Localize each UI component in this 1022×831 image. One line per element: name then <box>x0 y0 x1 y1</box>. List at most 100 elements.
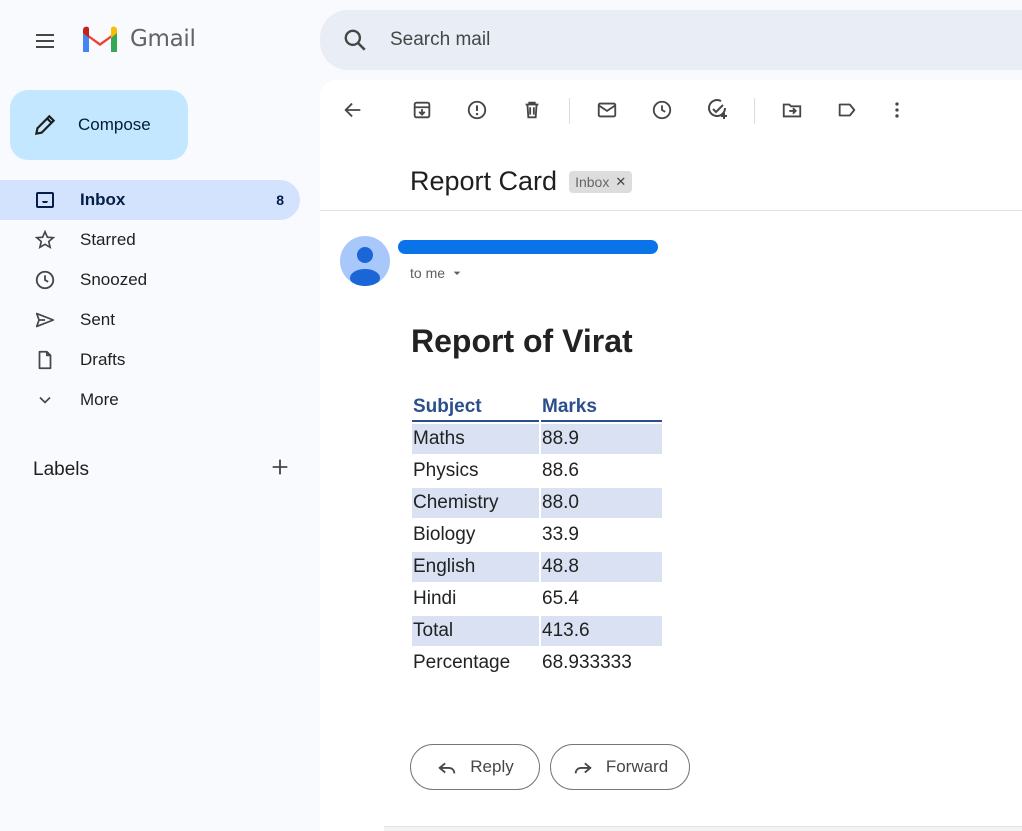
gmail-logo[interactable]: Gmail <box>80 24 196 54</box>
marks-cell: 88.6 <box>542 460 579 481</box>
plus-icon <box>272 459 288 475</box>
sidebar-item-snoozed[interactable]: Snoozed <box>0 260 300 300</box>
spam-icon <box>467 100 487 120</box>
back-button[interactable] <box>335 92 371 128</box>
forward-button[interactable]: Forward <box>550 744 690 790</box>
search-icon <box>344 29 366 51</box>
toolbar-divider <box>569 98 570 124</box>
mark-unread-button[interactable] <box>589 92 625 128</box>
sidebar-item-label: Drafts <box>80 350 126 369</box>
inbox-icon <box>33 188 57 212</box>
subject-cell: Total <box>412 616 539 646</box>
search-input[interactable] <box>390 29 950 51</box>
reply-button[interactable]: Reply <box>410 744 540 790</box>
move-to-button[interactable] <box>774 92 810 128</box>
badge-label: Inbox <box>575 173 610 190</box>
star-icon <box>33 228 57 252</box>
sidebar-item-label: Snoozed <box>80 270 148 289</box>
message-pane: Report Card Inbox ✕ to me Report of Vira… <box>320 80 1022 831</box>
sidebar-item-starred[interactable]: Starred <box>0 220 300 260</box>
marks-cell: 65.4 <box>542 588 579 609</box>
content-bottom-edge <box>384 826 1022 831</box>
app-name: Gmail <box>130 26 196 52</box>
mail-icon <box>597 102 617 118</box>
sidebar-item-label: More <box>80 390 119 409</box>
add-task-button[interactable] <box>699 92 735 128</box>
main-menu-button[interactable] <box>22 18 68 64</box>
marks-cell: 48.8 <box>541 552 662 582</box>
hamburger-icon <box>36 34 54 48</box>
sidebar-item-label: Sent <box>80 310 115 329</box>
remove-label-icon[interactable]: ✕ <box>615 174 626 190</box>
sidebar-item-label: Starred <box>80 230 136 249</box>
sidebar-item-drafts[interactable]: Drafts <box>0 340 300 380</box>
unread-count: 8 <box>276 192 284 208</box>
delete-button[interactable] <box>514 92 550 128</box>
avatar[interactable] <box>340 236 390 286</box>
sidebar-item-sent[interactable]: Sent <box>0 300 300 340</box>
snooze-button[interactable] <box>644 92 680 128</box>
arrow-left-icon <box>344 102 361 118</box>
chevron-down-icon <box>33 388 57 412</box>
search-button[interactable] <box>320 27 390 53</box>
clock-icon <box>33 268 57 292</box>
clock-icon <box>652 100 672 120</box>
subject-cell: Chemistry <box>412 488 539 518</box>
sidebar-item-more[interactable]: More <box>0 380 300 420</box>
add-label-button[interactable] <box>269 456 291 483</box>
toolbar-divider <box>754 98 755 124</box>
report-spam-button[interactable] <box>459 92 495 128</box>
subject-cell: Physics <box>413 460 479 481</box>
compose-label: Compose <box>78 115 151 134</box>
marks-cell: 88.0 <box>541 488 662 518</box>
table-row: Maths 88.9 <box>412 424 662 454</box>
subject-divider <box>320 210 1022 211</box>
recipient-text: to me <box>410 265 446 281</box>
trash-icon <box>525 101 539 119</box>
gmail-m-icon <box>83 26 117 52</box>
compose-button[interactable]: Compose <box>10 90 188 160</box>
label-icon <box>838 103 856 117</box>
table-row: Total 413.6 <box>412 616 662 646</box>
email-subject: Report Card <box>410 166 558 196</box>
more-options-button[interactable] <box>879 92 915 128</box>
pencil-icon <box>34 114 56 136</box>
sidebar-item-label: Inbox <box>80 190 126 209</box>
reply-icon <box>436 756 458 778</box>
draft-icon <box>33 348 57 372</box>
table-row: Physics 88.6 <box>412 456 662 486</box>
subject-cell: Percentage <box>413 652 511 673</box>
marks-cell: 413.6 <box>541 616 662 646</box>
report-heading: Report of Virat <box>411 323 633 359</box>
table-row: English 48.8 <box>412 552 662 582</box>
send-icon <box>33 308 57 332</box>
search-bar[interactable] <box>320 10 1022 70</box>
table-row: Biology 33.9 <box>412 520 662 550</box>
table-row: Chemistry 88.0 <box>412 488 662 518</box>
recipient-details[interactable]: to me <box>410 265 465 281</box>
message-toolbar <box>320 80 1022 140</box>
table-header: Marks <box>541 394 662 422</box>
person-icon <box>350 247 380 286</box>
subject-cell: Hindi <box>413 588 457 609</box>
marks-cell: 33.9 <box>542 524 579 545</box>
add-task-icon <box>708 99 727 119</box>
sender-redacted <box>398 240 658 254</box>
labels-title: Labels <box>33 458 89 480</box>
sidebar-item-inbox[interactable]: Inbox 8 <box>0 180 300 220</box>
caret-down-icon <box>453 271 461 275</box>
table-header: Subject <box>412 394 539 422</box>
reply-label: Reply <box>470 757 514 776</box>
subject-cell: English <box>412 552 539 582</box>
move-to-folder-icon <box>782 103 802 118</box>
archive-icon <box>413 101 431 119</box>
subject-cell: Maths <box>412 424 539 454</box>
subject-cell: Biology <box>413 524 476 545</box>
sidebar-nav: Inbox 8 Starred Snoozed Sent Drafts More <box>0 180 300 420</box>
email-subject-row: Report Card Inbox ✕ <box>410 166 633 197</box>
labels-button[interactable] <box>829 92 865 128</box>
inbox-label-badge[interactable]: Inbox ✕ <box>569 170 633 193</box>
labels-header: Labels <box>33 456 291 483</box>
table-row: Percentage 68.933333 <box>412 648 662 678</box>
archive-button[interactable] <box>404 92 440 128</box>
